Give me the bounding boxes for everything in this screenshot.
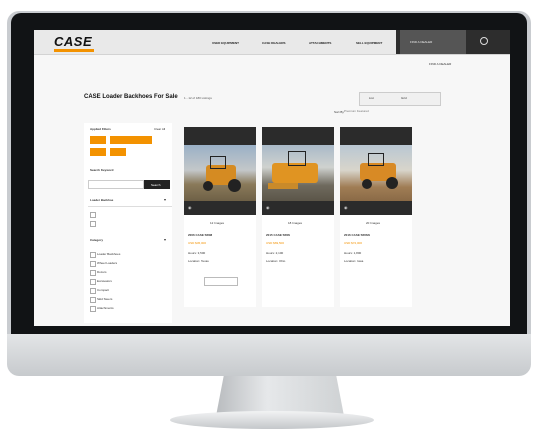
loader-bucket	[268, 183, 298, 189]
nav-used-equipment[interactable]: USED EQUIPMENT	[212, 41, 239, 45]
search-icon[interactable]	[480, 37, 488, 45]
category-checkbox[interactable]	[90, 270, 96, 276]
nav-sell-equipment[interactable]: SELL EQUIPMENT	[356, 41, 382, 45]
sort-select[interactable]: Premium Featured	[344, 109, 430, 115]
backhoe-cab	[368, 153, 384, 166]
backhoe-cab	[288, 151, 306, 166]
case-logo[interactable]: CASE	[54, 34, 92, 49]
divider	[88, 206, 172, 207]
listing-title[interactable]: 2016 CASE 580SN	[344, 233, 370, 237]
filter-chip[interactable]	[90, 148, 106, 156]
listing-hours: Hours: 2,100	[266, 251, 284, 255]
category-item[interactable]: Attachments	[97, 306, 114, 310]
category-item[interactable]: Wheel Loaders	[97, 261, 117, 265]
view-grid-button[interactable]: Grid	[401, 96, 407, 100]
nav-find-dealer[interactable]: FIND A DEALER	[400, 30, 466, 54]
find-dealer-link[interactable]: FIND A DEALER	[429, 62, 451, 66]
category-checkbox[interactable]	[90, 288, 96, 294]
monitor-chin	[7, 334, 531, 376]
listing-location: Location: Iowa	[344, 259, 364, 263]
search-button[interactable]: Search	[144, 180, 170, 189]
photo-count: 20 Images	[366, 221, 381, 225]
logo-accent	[54, 49, 94, 52]
equipment-photo[interactable]: ◉	[184, 127, 256, 215]
category-item[interactable]: Dozers	[97, 270, 107, 274]
listing-card[interactable]: ◉ 20 Images 2016 CASE 580SN USD $72,000 …	[340, 127, 412, 307]
filter-chip[interactable]	[110, 148, 126, 156]
photo-count: 18 Images	[288, 221, 303, 225]
type-section-title: Loader Backhoe	[90, 198, 114, 202]
photo-count: 12 Images	[210, 221, 225, 225]
filter-chip[interactable]	[110, 136, 152, 144]
category-checkbox[interactable]	[90, 306, 96, 312]
search-button-label: Search	[151, 183, 161, 187]
camera-icon: ◉	[188, 205, 192, 210]
page-title: CASE Loader Backhoes For Sale	[84, 94, 178, 100]
equipment-photo[interactable]: ◉	[340, 127, 412, 215]
listing-location: Location: Texas	[188, 259, 209, 263]
listing-location: Location: Ohio	[266, 259, 286, 263]
backhoe-body	[272, 163, 318, 183]
listing-hours: Hours: 3,500	[188, 251, 206, 255]
equipment-photo[interactable]: ◉	[262, 127, 334, 215]
category-checkbox[interactable]	[90, 279, 96, 285]
category-item[interactable]: Compact	[97, 288, 109, 292]
details-button[interactable]	[204, 277, 238, 286]
filter-checkbox[interactable]	[90, 221, 96, 227]
listing-price: USD $72,000	[344, 241, 363, 245]
sort-label: Sort By	[334, 110, 344, 114]
filter-chip[interactable]	[90, 136, 106, 144]
category-item[interactable]: Excavators	[97, 279, 112, 283]
listing-card[interactable]: ◉ 12 Images 2006 CASE 580M USD $45,000 H…	[184, 127, 256, 307]
category-item[interactable]: Loader Backhoes	[97, 252, 120, 256]
monitor-stand-base	[170, 411, 374, 429]
category-checkbox[interactable]	[90, 261, 96, 267]
listing-title[interactable]: 2006 CASE 580M	[188, 233, 212, 237]
category-section-title: Category	[90, 238, 104, 242]
monitor-stand	[216, 376, 344, 416]
filter-checkbox[interactable]	[90, 212, 96, 218]
category-checkbox[interactable]	[90, 297, 96, 303]
chevron-down-icon[interactable]: ▾	[164, 197, 166, 202]
listing-hours: Hours: 1,800	[344, 251, 362, 255]
backhoe-cab	[210, 156, 226, 169]
chevron-down-icon[interactable]: ▾	[164, 237, 166, 242]
camera-icon: ◉	[266, 205, 270, 210]
screen: CASE USED EQUIPMENT CASE DEALERS ATTACHM…	[34, 30, 510, 326]
listing-title[interactable]: 2015 CASE 580N	[266, 233, 290, 237]
listing-card[interactable]: ◉ 18 Images 2015 CASE 580N USD $69,500 H…	[262, 127, 334, 307]
clear-filters-link[interactable]: Clear All	[154, 127, 165, 131]
filters-header: Applied Filters	[90, 127, 111, 131]
listing-price: USD $45,000	[188, 241, 207, 245]
listing-price: USD $69,500	[266, 241, 285, 245]
camera-icon: ◉	[344, 205, 348, 210]
nav-attachments[interactable]: ATTACHMENTS	[309, 41, 331, 45]
category-item[interactable]: Skid Steers	[97, 297, 112, 301]
category-checkbox[interactable]	[90, 252, 96, 258]
keyword-input[interactable]	[88, 180, 144, 189]
view-list-button[interactable]: List	[369, 96, 374, 100]
result-count: 1 - 12 of 180 Listings	[184, 96, 212, 100]
keyword-label: Search Keyword	[90, 168, 114, 172]
nav-case-dealers[interactable]: CASE DEALERS	[262, 41, 286, 45]
nav-find-dealer-label: FIND A DEALER	[410, 40, 433, 44]
